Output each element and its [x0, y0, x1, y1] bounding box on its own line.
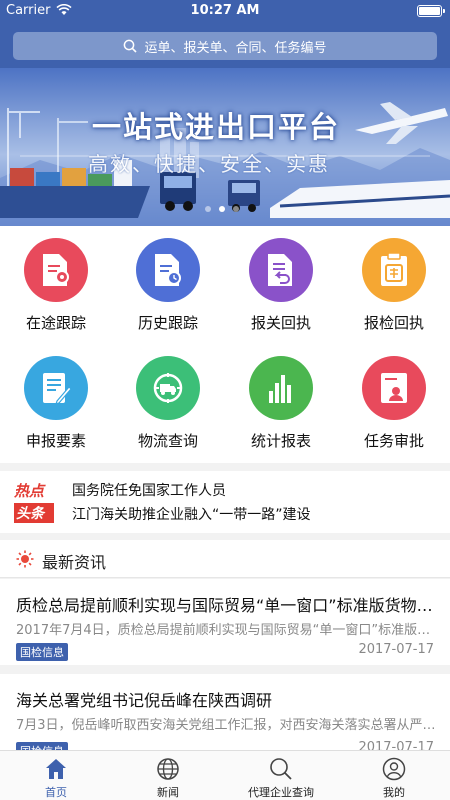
grid-label: 任务审批 [363, 432, 424, 450]
news-list-item[interactable]: 海关总署党组书记倪岳峰在陕西调研 7月3日，倪岳峰听取西安海关党组工作汇报，对西… [0, 674, 450, 754]
bar-chart-icon [269, 375, 291, 403]
grid-item-logistics-query[interactable]: 物流查询 [112, 344, 224, 462]
tab-label: 新闻 [157, 786, 179, 799]
function-grid: 在途跟踪 历史跟踪 报关回执 报检回执 申报要素 物流查询 统计报表 任务审批 [0, 226, 450, 463]
search-placeholder: 运单、报关单、合同、任务编号 [144, 40, 327, 56]
tab-profile[interactable]: 我的 [338, 751, 450, 800]
grid-item-in-transit-tracking[interactable]: 在途跟踪 [0, 226, 112, 344]
grid-item-inspection-receipt[interactable]: 报检回执 [338, 226, 450, 344]
pager-dot-active[interactable] [219, 206, 225, 212]
globe-icon [157, 758, 179, 780]
news-summary: 7月3日，倪岳峰听取西安海关党组工作汇报，对西安海关落实总署从严治党要求 [16, 718, 436, 733]
grid-icon-bg [24, 238, 88, 302]
grid-label: 报关回执 [250, 314, 311, 332]
approval-card-icon [381, 373, 407, 403]
grid-label: 统计报表 [250, 432, 311, 450]
sun-icon [16, 550, 34, 568]
banner-title: 一站式进出口平台 [92, 110, 341, 144]
status-time: 10:27 AM [190, 3, 260, 18]
document-clock-icon [155, 254, 181, 286]
grid-label: 物流查询 [137, 432, 198, 450]
hot-badge-bottom: 头条 [14, 503, 54, 523]
battery-icon [417, 5, 445, 17]
grid-icon-bg [362, 238, 426, 302]
status-bar: Carrier 10:27 AM [0, 0, 450, 22]
search-bar[interactable]: 运单、报关单、合同、任务编号 [13, 32, 437, 60]
grid-icon-bg [362, 356, 426, 420]
news-tag: 国检信息 [16, 643, 68, 661]
grid-item-history-tracking[interactable]: 历史跟踪 [112, 226, 224, 344]
hot-headlines: 热点 头条 国务院任免国家工作人员 江门海关助推企业融入“一带一路”建设 [0, 471, 450, 533]
news-date: 2017-07-17 [358, 642, 434, 657]
form-pen-icon [43, 373, 71, 405]
inspection-stamp-icon [381, 253, 407, 286]
truck-search-icon [153, 373, 183, 403]
grid-label: 申报要素 [25, 432, 86, 450]
grid-item-customs-receipt[interactable]: 报关回执 [225, 226, 337, 344]
news-section-title: 最新资讯 [42, 553, 107, 572]
banner-subtitle: 高效、快捷、安全、实惠 [88, 152, 330, 176]
news-title: 质检总局提前顺利实现与国际贸易“单一窗口”标准版货物申报对接 [16, 596, 436, 615]
headline-link[interactable]: 江门海关助推企业融入“一带一路”建设 [72, 504, 311, 524]
home-icon [46, 759, 66, 779]
document-location-icon [43, 254, 69, 286]
grid-label: 历史跟踪 [137, 314, 198, 332]
promo-banner[interactable]: 一站式进出口平台 高效、快捷、安全、实惠 [0, 68, 450, 226]
hot-news-badge: 热点 头条 [14, 480, 54, 524]
tab-home[interactable]: 首页 [0, 751, 112, 800]
grid-label: 在途跟踪 [25, 314, 86, 332]
headline-link[interactable]: 国务院任免国家工作人员 [72, 480, 226, 500]
tab-label: 我的 [383, 786, 405, 799]
news-list-item[interactable]: 质检总局提前顺利实现与国际贸易“单一窗口”标准版货物申报对接 2017年7月4日… [0, 579, 450, 665]
battery-level [419, 7, 440, 15]
tab-label: 代理企业查询 [248, 786, 314, 799]
grid-icon-bg [24, 356, 88, 420]
news-section-header: 最新资讯 [0, 540, 450, 578]
grid-icon-bg [249, 238, 313, 302]
bottom-tab-bar: 首页 新闻 代理企业查询 我的 [0, 750, 450, 800]
document-return-icon [268, 254, 292, 286]
news-summary: 2017年7月4日，质检总局提前顺利实现与国际贸易“单一窗口”标准版货物申报对接 [16, 623, 436, 638]
tab-news[interactable]: 新闻 [112, 751, 224, 800]
grid-item-statistics-report[interactable]: 统计报表 [225, 344, 337, 462]
top-header: Carrier 10:27 AM 运单、报关单、合同、任务编号 [0, 0, 450, 68]
grid-item-declaration-elements[interactable]: 申报要素 [0, 344, 112, 462]
grid-icon-bg [249, 356, 313, 420]
grid-label: 报检回执 [363, 314, 424, 332]
pager-dot[interactable] [233, 206, 239, 212]
search-icon [124, 39, 138, 53]
grid-icon-bg [136, 356, 200, 420]
hot-badge-top: 热点 [14, 482, 45, 500]
tab-label: 首页 [45, 786, 67, 799]
banner-image [0, 68, 450, 226]
grid-icon-bg [136, 238, 200, 302]
grid-item-task-approval[interactable]: 任务审批 [338, 344, 450, 462]
pager-dot[interactable] [205, 206, 211, 212]
search-icon [270, 758, 292, 780]
banner-pager [205, 206, 239, 212]
tab-agent-company-search[interactable]: 代理企业查询 [225, 751, 337, 800]
user-icon [382, 757, 406, 781]
news-title: 海关总署党组书记倪岳峰在陕西调研 [16, 691, 273, 710]
